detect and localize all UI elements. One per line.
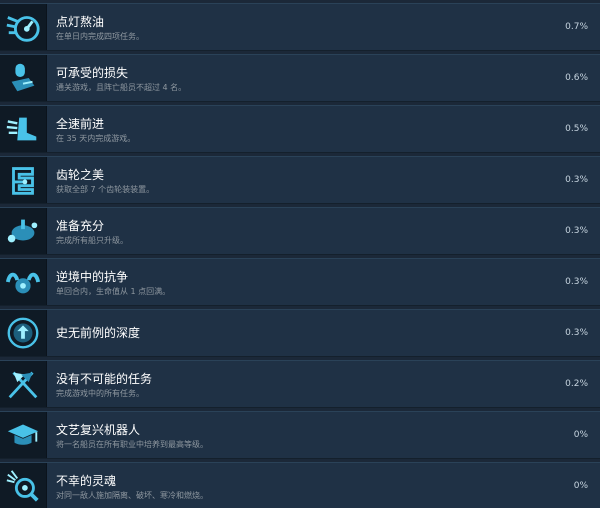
tombstone-hand-icon xyxy=(11,63,35,92)
achievement-title: 没有不可能的任务 xyxy=(56,372,153,386)
achievement-title: 可承受的损失 xyxy=(56,66,129,80)
achievement-row[interactable]: 可承受的损失 通关游戏，且阵亡船员不超过 4 名。 0.6% xyxy=(0,54,600,102)
achievement-description: 在单日内完成四项任务。 xyxy=(56,32,144,41)
cannon-ship-icon xyxy=(7,219,38,243)
achievement-list: 点灯熬油 在单日内完成四项任务。 0.7% 可承受的损失 通关游戏，且阵亡船员不… xyxy=(0,0,600,508)
achievement-row[interactable]: 文艺复兴机器人 将一名船员在所有职业中培养到最高等级。 0% xyxy=(0,411,600,459)
achievement-row[interactable]: 全速前进 在 35 天内完成游戏。 0.5% xyxy=(0,105,600,153)
sun-clock-icon xyxy=(6,16,40,42)
achievement-title: 齿轮之美 xyxy=(56,168,105,182)
achievement-icon-frame xyxy=(0,310,47,356)
graduation-cap-icon xyxy=(7,424,39,445)
unlock-percentage: 0.7% xyxy=(565,22,588,32)
achievement-title: 全速前进 xyxy=(56,117,105,131)
achievement-title: 点灯熬油 xyxy=(56,15,105,29)
achievement-icon-frame xyxy=(0,4,47,50)
achievement-description: 通关游戏，且阵亡船员不超过 4 名。 xyxy=(56,83,187,92)
achievement-description: 单回合内，生命值从 1 点回满。 xyxy=(56,287,171,296)
achievement-row[interactable]: 没有不可能的任务 完成游戏中的所有任务。 0.2% xyxy=(0,360,600,408)
achievement-title: 文艺复兴机器人 xyxy=(56,423,141,437)
achievement-row[interactable]: 齿轮之美 获取全部 7 个齿轮装装置。 0.3% xyxy=(0,156,600,204)
achievement-icon-frame xyxy=(0,55,47,101)
achievement-icon-frame xyxy=(0,106,47,152)
achievement-icon-frame xyxy=(0,361,47,407)
achievement-description: 在 35 天内完成游戏。 xyxy=(56,134,136,143)
unlock-percentage: 0.5% xyxy=(565,124,588,134)
achievement-description: 完成所有船只升级。 xyxy=(56,236,128,245)
achievement-title: 不幸的灵魂 xyxy=(56,474,117,488)
achievement-icon-frame xyxy=(0,463,47,508)
unlock-percentage: 0.3% xyxy=(565,226,588,236)
achievement-row[interactable]: 点灯熬油 在单日内完成四项任务。 0.7% xyxy=(0,3,600,51)
depth-emblem-icon xyxy=(7,317,39,349)
achievement-row[interactable]: 史无前例的深度 0.3% xyxy=(0,309,600,357)
achievement-description: 对同一敌人施加隔离、破坏、寒冷和燃烧。 xyxy=(56,491,208,500)
gear-serpent-icon xyxy=(12,167,34,195)
achievement-description: 完成游戏中的所有任务。 xyxy=(56,389,144,398)
achievement-icon-frame xyxy=(0,208,47,254)
winged-boot-icon xyxy=(6,117,37,141)
achievement-description: 将一名船员在所有职业中培养到最高等级。 xyxy=(56,440,208,449)
unlock-percentage: 0.2% xyxy=(565,379,588,389)
achievement-row[interactable]: 不幸的灵魂 对同一敌人施加隔离、破坏、寒冷和燃烧。 0% xyxy=(0,462,600,508)
unlock-percentage: 0.3% xyxy=(565,175,588,185)
unlock-percentage: 0% xyxy=(573,430,588,440)
achievement-row[interactable]: 逆境中的抗争 单回合内，生命值从 1 点回满。 0.3% xyxy=(0,258,600,306)
cursed-soul-icon xyxy=(6,470,39,502)
achievement-row[interactable]: 准备充分 完成所有船只升级。 0.3% xyxy=(0,207,600,255)
unlock-percentage: 0% xyxy=(573,481,588,491)
achievement-icon-frame xyxy=(0,259,47,305)
achievement-title: 准备充分 xyxy=(56,219,105,233)
achievement-icon-frame xyxy=(0,412,47,458)
achievement-title: 逆境中的抗争 xyxy=(56,270,129,284)
crossed-flags-icon xyxy=(8,371,38,399)
achievement-description: 获取全部 7 个齿轮装装置。 xyxy=(56,185,155,194)
achievement-title: 史无前例的深度 xyxy=(56,326,141,340)
unlock-percentage: 0.3% xyxy=(565,277,588,287)
unlock-percentage: 0.6% xyxy=(565,73,588,83)
unlock-percentage: 0.3% xyxy=(565,328,588,338)
flexing-arms-icon xyxy=(5,272,41,294)
achievement-icon-frame xyxy=(0,157,47,203)
